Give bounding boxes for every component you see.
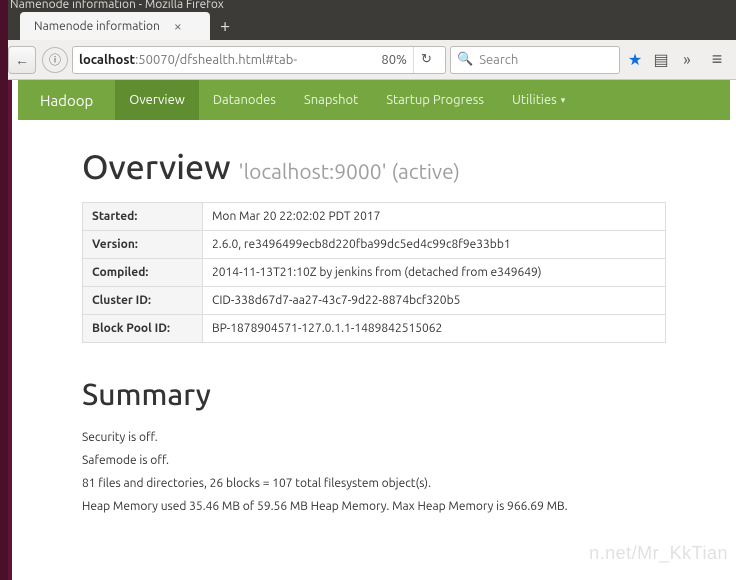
tab-snapshot[interactable]: Snapshot xyxy=(290,80,372,120)
watermark-text: n.net/Mr_KkTian xyxy=(589,543,728,564)
heading-sub: 'localhost:9000' (active) xyxy=(239,159,460,183)
page-content: Overview 'localhost:9000' (active) Start… xyxy=(12,148,736,543)
tab-overview[interactable]: Overview xyxy=(115,80,199,120)
page-viewport: Hadoop Overview Datanodes Snapshot Start… xyxy=(8,80,736,580)
tab-utilities[interactable]: Utilities ▾ xyxy=(498,80,579,120)
reload-icon: ↻ xyxy=(421,52,432,67)
tab-label: Startup Progress xyxy=(386,93,484,107)
table-row: Block Pool ID: BP-1878904571-127.0.1.1-1… xyxy=(83,315,666,343)
summary-line: Security is off. xyxy=(82,431,666,444)
tab-startup-progress[interactable]: Startup Progress xyxy=(372,80,498,120)
table-row: Compiled: 2014-11-13T21:10Z by jenkins f… xyxy=(83,259,666,287)
star-icon: ★ xyxy=(628,51,642,69)
chevron-right-icon: » xyxy=(683,51,691,69)
reload-button[interactable]: ↻ xyxy=(413,47,439,73)
url-path: :50070/dfshealth.html#tab- xyxy=(135,53,297,67)
overflow-button[interactable]: » xyxy=(676,51,698,69)
tab-title: Namenode information xyxy=(34,20,160,33)
zoom-level[interactable]: 80% xyxy=(381,53,413,67)
row-value: BP-1878904571-127.0.1.1-1489842515062 xyxy=(203,315,666,343)
url-host: localhost xyxy=(79,53,135,67)
row-label: Version: xyxy=(83,231,203,259)
row-label: Compiled: xyxy=(83,259,203,287)
row-value: 2014-11-13T21:10Z by jenkins from (detac… xyxy=(203,259,666,287)
bookmark-star-button[interactable]: ★ xyxy=(624,50,646,69)
row-value: 2.6.0, re3496499ecb8d220fba99dc5ed4c99c8… xyxy=(203,231,666,259)
info-icon: ⓘ xyxy=(49,51,61,68)
chevron-down-icon: ▾ xyxy=(561,95,566,106)
close-icon[interactable]: × xyxy=(174,18,182,34)
menu-icon: ≡ xyxy=(712,49,723,69)
window-title-text: Namenode information - Mozilla Firefox xyxy=(10,0,224,8)
summary-line: Heap Memory used 35.46 MB of 59.56 MB He… xyxy=(82,500,666,513)
tab-label: Snapshot xyxy=(304,93,358,107)
navbar-brand[interactable]: Hadoop xyxy=(18,80,115,120)
browser-tab-active[interactable]: Namenode information × xyxy=(20,12,210,40)
tab-strip: Namenode information × + xyxy=(0,8,736,40)
table-row: Version: 2.6.0, re3496499ecb8d220fba99dc… xyxy=(83,231,666,259)
summary-line: Safemode is off. xyxy=(82,454,666,467)
search-placeholder: Search xyxy=(479,53,518,67)
overview-info-table: Started: Mon Mar 20 22:02:02 PDT 2017 Ve… xyxy=(82,202,666,343)
back-button[interactable]: ← xyxy=(8,46,36,74)
clipboard-icon: ▤ xyxy=(653,51,668,69)
hamburger-menu-button[interactable]: ≡ xyxy=(706,49,728,70)
url-toolbar: ← ⓘ localhost:50070/dfshealth.html#tab- … xyxy=(0,40,736,80)
tab-label: Utilities xyxy=(512,93,557,107)
tab-label: Overview xyxy=(129,93,185,107)
table-row: Cluster ID: CID-338d67d7-aa27-43c7-9d22-… xyxy=(83,287,666,315)
window-title-bar: Namenode information - Mozilla Firefox xyxy=(0,0,736,8)
row-label: Cluster ID: xyxy=(83,287,203,315)
row-label: Block Pool ID: xyxy=(83,315,203,343)
row-label: Started: xyxy=(83,203,203,231)
hadoop-navbar: Hadoop Overview Datanodes Snapshot Start… xyxy=(18,80,730,120)
new-tab-button[interactable]: + xyxy=(220,16,230,40)
summary-heading: Summary xyxy=(82,377,666,411)
row-value: Mon Mar 20 22:02:02 PDT 2017 xyxy=(203,203,666,231)
summary-line: 81 files and directories, 26 blocks = 10… xyxy=(82,477,666,490)
overview-heading: Overview 'localhost:9000' (active) xyxy=(82,148,666,186)
tab-datanodes[interactable]: Datanodes xyxy=(199,80,290,120)
os-left-launcher-strip xyxy=(0,0,8,580)
table-row: Started: Mon Mar 20 22:02:02 PDT 2017 xyxy=(83,203,666,231)
tab-label: Datanodes xyxy=(213,93,276,107)
library-button[interactable]: ▤ xyxy=(650,50,672,69)
search-input[interactable]: 🔍 Search xyxy=(450,46,620,74)
url-input[interactable]: localhost:50070/dfshealth.html#tab- 80% … xyxy=(72,46,446,74)
search-icon: 🔍 xyxy=(457,52,473,67)
arrow-left-icon: ← xyxy=(15,52,29,68)
heading-text: Overview xyxy=(82,148,231,186)
row-value: CID-338d67d7-aa27-43c7-9d22-8874bcf320b5 xyxy=(203,287,666,315)
site-info-button[interactable]: ⓘ xyxy=(42,47,68,73)
